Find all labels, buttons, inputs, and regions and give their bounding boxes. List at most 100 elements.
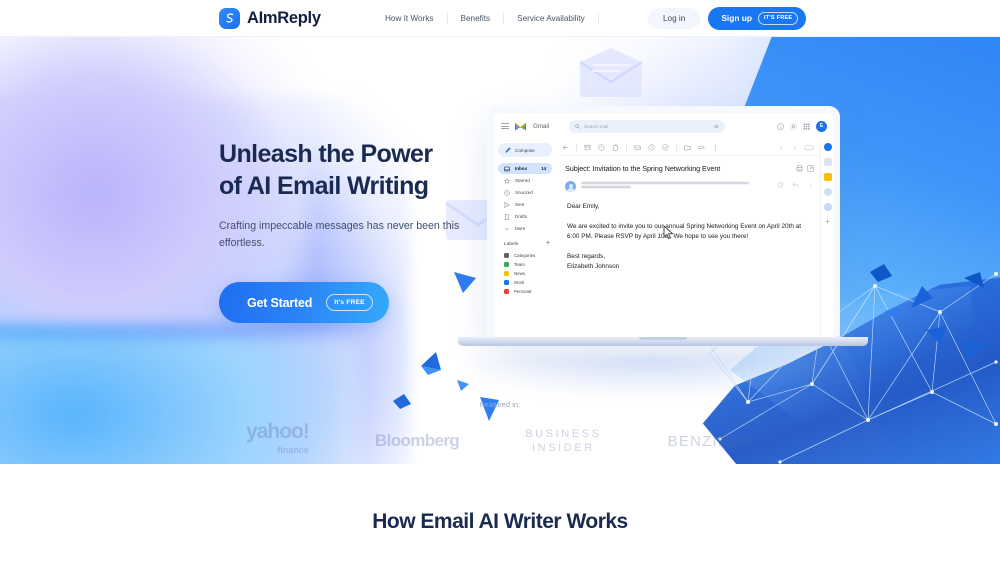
gear-icon[interactable] bbox=[790, 122, 797, 130]
gmail-account-avatar[interactable]: E bbox=[816, 120, 827, 132]
gmail-label-team[interactable]: Team bbox=[498, 260, 552, 269]
gmail-nav-snoozed[interactable]: Snoozed bbox=[498, 187, 552, 198]
gmail-side-rail: + bbox=[820, 139, 834, 337]
gmail-nav-drafts[interactable]: Drafts bbox=[498, 211, 552, 222]
shard-triangle-10 bbox=[961, 340, 982, 360]
gmail-label-news[interactable]: News bbox=[498, 269, 552, 278]
gmail-nav-label: Starred bbox=[515, 178, 530, 183]
add-task-icon[interactable] bbox=[662, 144, 669, 151]
back-arrow-icon[interactable] bbox=[562, 144, 569, 151]
add-label-button[interactable]: + bbox=[546, 240, 550, 247]
gmail-search-placeholder: Search mail bbox=[584, 123, 609, 129]
shard-triangle-7 bbox=[911, 286, 933, 308]
email-signature: Best regards, Elizabeth Johnson bbox=[567, 252, 620, 271]
search-options-icon[interactable] bbox=[714, 124, 719, 129]
gmail-labels-header: Labels + bbox=[504, 240, 550, 247]
get-started-button[interactable]: Get Started It's FREE bbox=[219, 282, 389, 323]
inbox-unread-count: 14 bbox=[541, 166, 546, 171]
compose-button[interactable]: Compose bbox=[498, 143, 552, 157]
sender-details-blurred bbox=[581, 181, 772, 190]
sender-line-1 bbox=[581, 182, 750, 184]
label-color-swatch bbox=[504, 271, 509, 276]
move-to-icon[interactable] bbox=[684, 144, 691, 151]
draft-icon bbox=[505, 213, 509, 220]
hero-title-line1: Unleash the Power bbox=[219, 140, 433, 168]
tasks-icon[interactable] bbox=[823, 188, 832, 196]
gmail-email-toolbar bbox=[559, 142, 820, 156]
account-avatar-icon[interactable] bbox=[823, 143, 832, 151]
print-icon[interactable] bbox=[796, 165, 803, 172]
contacts-icon[interactable] bbox=[823, 203, 832, 211]
open-in-new-window-icon[interactable] bbox=[807, 165, 814, 172]
main-navigation: How It Works Benefits Service Availabili… bbox=[385, 12, 599, 24]
inbox-icon bbox=[504, 166, 510, 171]
snooze-icon[interactable] bbox=[648, 144, 655, 151]
laptop-screen: Gmail Search mail ? E Compose Inbox 14 S… bbox=[487, 106, 840, 337]
add-app-icon[interactable]: + bbox=[825, 218, 830, 226]
label-name: Categories bbox=[514, 253, 536, 258]
email-greeting: Dear Emily, bbox=[567, 203, 600, 210]
laptop-shadow bbox=[470, 355, 830, 397]
svg-text:?: ? bbox=[779, 124, 782, 129]
help-icon[interactable]: ? bbox=[777, 122, 784, 130]
login-button[interactable]: Log in bbox=[648, 7, 701, 29]
more-options-icon[interactable] bbox=[807, 181, 814, 188]
gmail-email-pane: Subject: Invitation to the Spring Networ… bbox=[556, 139, 820, 337]
gmail-nav-more[interactable]: More bbox=[498, 223, 552, 234]
label-name: Team bbox=[514, 262, 525, 267]
gmail-nav-label: Drafts bbox=[515, 214, 528, 219]
signup-button[interactable]: Sign up IT'S FREE bbox=[708, 6, 807, 30]
gmail-nav-starred[interactable]: Starred bbox=[498, 175, 552, 186]
label-name: Personal bbox=[514, 289, 532, 294]
label-color-swatch bbox=[504, 289, 509, 294]
hero-title: Unleash the Power of AI Email Writing bbox=[219, 138, 469, 202]
keyboard-icon[interactable] bbox=[804, 144, 814, 151]
reply-icon[interactable] bbox=[792, 181, 799, 188]
delete-icon[interactable] bbox=[612, 144, 619, 151]
hamburger-menu-icon[interactable] bbox=[501, 123, 509, 129]
search-icon bbox=[575, 123, 580, 129]
logo[interactable]: AImReply bbox=[219, 7, 321, 29]
logo-bloomberg: Bloomberg bbox=[374, 431, 460, 450]
signup-free-badge: IT'S FREE bbox=[758, 11, 799, 25]
gmail-brand-label: Gmail bbox=[533, 122, 550, 130]
report-spam-icon[interactable] bbox=[598, 144, 605, 151]
shard-triangle-11 bbox=[885, 307, 900, 320]
gmail-search-input[interactable]: Search mail bbox=[569, 119, 726, 133]
send-icon bbox=[504, 201, 510, 208]
gmail-nav-sent[interactable]: Sent bbox=[498, 199, 552, 210]
calendar-icon[interactable] bbox=[823, 158, 832, 166]
cta-free-badge: It's FREE bbox=[326, 294, 373, 311]
hero-content: Unleash the Power of AI Email Writing Cr… bbox=[219, 138, 469, 323]
shard-triangle-6 bbox=[870, 264, 892, 282]
next-email-icon[interactable] bbox=[791, 144, 798, 151]
logo-yahoo-finance: yahoo! finance bbox=[246, 421, 310, 459]
labels-icon[interactable] bbox=[698, 144, 705, 151]
archive-icon[interactable] bbox=[584, 144, 591, 151]
gmail-nav-inbox[interactable]: Inbox 14 bbox=[498, 163, 552, 174]
gmail-sidebar: Compose Inbox 14 Starred Snoozed Sent Dr… bbox=[494, 139, 556, 337]
laptop-mockup: Gmail Search mail ? E Compose Inbox 14 S… bbox=[458, 106, 868, 346]
star-icon[interactable] bbox=[777, 181, 784, 188]
gmail-label-work[interactable]: Work bbox=[498, 278, 552, 287]
mouse-cursor-icon bbox=[663, 225, 674, 240]
gmail-topbar-actions: ? E bbox=[777, 120, 827, 132]
star-icon bbox=[504, 177, 510, 184]
nav-item-benefits[interactable]: Benefits bbox=[448, 12, 505, 24]
gmail-label-personal[interactable]: Personal bbox=[498, 287, 552, 296]
logo-benzinga: BENZINGA bbox=[667, 432, 754, 450]
keep-icon[interactable] bbox=[823, 173, 832, 181]
more-options-icon[interactable] bbox=[712, 144, 719, 151]
shard-triangle-2 bbox=[421, 352, 441, 375]
apps-grid-icon[interactable] bbox=[803, 123, 810, 130]
featured-in-section: Featured in: yahoo! finance Bloomberg BU… bbox=[0, 400, 1000, 459]
nav-item-how-it-works[interactable]: How It Works bbox=[385, 12, 448, 24]
laptop-base bbox=[458, 337, 868, 346]
toolbar-divider bbox=[626, 144, 627, 151]
gmail-sender-row bbox=[559, 175, 820, 192]
mark-unread-icon[interactable] bbox=[634, 144, 641, 151]
gmail-label-categories[interactable]: Categories bbox=[498, 251, 552, 260]
compose-label: Compose bbox=[515, 147, 535, 153]
nav-item-service-availability[interactable]: Service Availability bbox=[504, 12, 599, 24]
previous-email-icon[interactable] bbox=[778, 144, 785, 151]
